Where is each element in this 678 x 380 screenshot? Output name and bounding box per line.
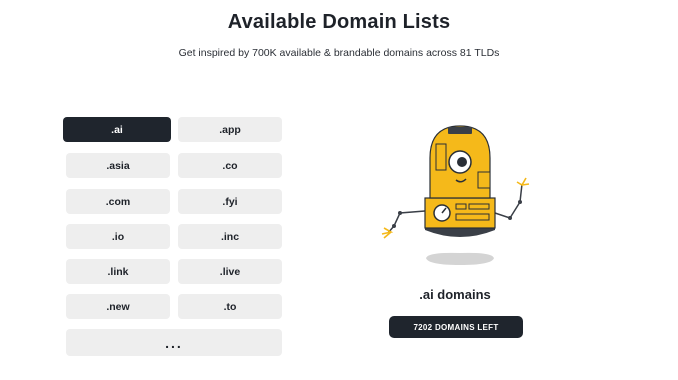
page-title: Available Domain Lists bbox=[227, 11, 451, 33]
tld-button-link[interactable]: .link bbox=[66, 259, 170, 284]
tld-button-new[interactable]: .new bbox=[66, 294, 170, 319]
robot-illustration bbox=[370, 118, 550, 278]
robot-icon bbox=[381, 125, 530, 265]
tld-button-io[interactable]: .io bbox=[66, 224, 170, 249]
tld-button-fyi[interactable]: .fyi bbox=[178, 189, 282, 214]
tld-button-inc[interactable]: .inc bbox=[178, 224, 282, 249]
page: Available Domain Lists Get inspired by 7… bbox=[0, 0, 678, 380]
tld-button-co[interactable]: .co bbox=[178, 153, 282, 178]
tld-button-ai[interactable]: .ai bbox=[63, 117, 171, 142]
tld-button-com[interactable]: .com bbox=[66, 189, 170, 214]
domains-left-button[interactable]: 7202 DOMAINS LEFT bbox=[389, 316, 523, 338]
page-subtitle: Get inspired by 700K available & brandab… bbox=[178, 47, 500, 59]
more-tlds-button[interactable]: ... bbox=[66, 329, 282, 356]
tld-button-to[interactable]: .to bbox=[178, 294, 282, 319]
tld-button-live[interactable]: .live bbox=[178, 259, 282, 284]
tld-button-asia[interactable]: .asia bbox=[66, 153, 170, 178]
selected-domain-label: .ai domains bbox=[419, 287, 491, 302]
tld-button-app[interactable]: .app bbox=[178, 117, 282, 142]
